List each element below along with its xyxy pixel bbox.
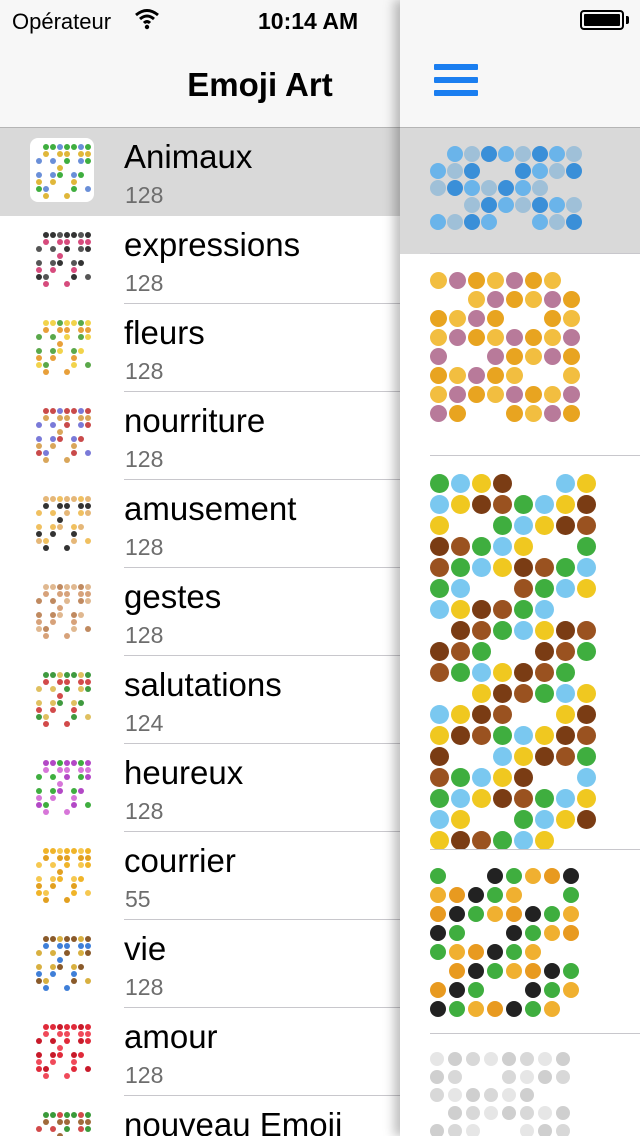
category-thumbnail [30, 666, 94, 730]
category-thumbnail [30, 842, 94, 906]
category-thumbnail [30, 930, 94, 994]
category-name: heureux [124, 754, 244, 791]
category-row-animaux[interactable]: Animaux 128 [0, 128, 400, 216]
category-name: salutations [124, 666, 282, 703]
category-count: 128 [125, 622, 164, 648]
category-row-amusement[interactable]: amusement 128 [0, 480, 400, 568]
category-thumbnail [30, 402, 94, 466]
category-count: 124 [125, 710, 164, 736]
battery-icon [580, 10, 624, 30]
category-count: 128 [125, 974, 164, 1000]
category-thumbnail [30, 754, 94, 818]
art-honeypots[interactable] [400, 254, 640, 456]
category-count: 128 [125, 358, 164, 384]
category-name: nouveau Emoji [124, 1106, 343, 1136]
category-count: 128 [125, 1062, 164, 1088]
category-row-courrier[interactable]: courrier 55 [0, 832, 400, 920]
category-name: amour [124, 1018, 218, 1055]
category-thumbnail [30, 138, 94, 202]
category-row-salutations[interactable]: salutations 124 [0, 656, 400, 744]
category-menu: Opérateur 10:14 AM Emoji Art Animaux 128 e… [0, 0, 400, 1136]
category-row-vie[interactable]: vie 128 [0, 920, 400, 1008]
navigation-bar: Emoji Art [0, 40, 400, 128]
category-row-heureux[interactable]: heureux 128 [0, 744, 400, 832]
category-count: 55 [125, 886, 151, 912]
category-name: gestes [124, 578, 222, 615]
category-name: nourriture [124, 402, 266, 439]
category-row-amour[interactable]: amour 128 [0, 1008, 400, 1096]
category-count: 128 [125, 798, 164, 824]
art-tigers[interactable] [400, 850, 640, 1034]
category-name: vie [124, 930, 167, 967]
category-count: 128 [125, 534, 164, 560]
status-time: 10:14 AM [258, 8, 359, 34]
wifi-icon [135, 9, 159, 30]
category-thumbnail [30, 1106, 94, 1136]
carrier-label: Opérateur [12, 9, 112, 34]
category-row-nourriture[interactable]: nourriture 128 [0, 392, 400, 480]
category-thumbnail [30, 490, 94, 554]
category-list: Animaux 128 expressions 128 fleurs 128 nourrit… [0, 128, 400, 1136]
category-row-fleurs[interactable]: fleurs 128 [0, 304, 400, 392]
status-bar-right [400, 0, 640, 40]
art-rabbits[interactable] [400, 1034, 640, 1136]
category-name: courrier [124, 842, 236, 879]
category-count: 128 [125, 270, 164, 296]
category-thumbnail [30, 314, 94, 378]
category-count: 128 [125, 182, 164, 208]
category-thumbnail [30, 578, 94, 642]
category-name: amusement [124, 490, 297, 527]
battery-tip [626, 16, 629, 24]
status-bar: Opérateur 10:14 AM [0, 0, 400, 40]
category-name: expressions [124, 226, 301, 263]
art-whales[interactable] [400, 128, 640, 254]
page-title: Emoji Art [187, 66, 333, 103]
category-row-expressions[interactable]: expressions 128 [0, 216, 400, 304]
category-row-nouveau-emoji[interactable]: nouveau Emoji [0, 1096, 400, 1136]
category-thumbnail [30, 226, 94, 290]
category-row-gestes[interactable]: gestes 128 [0, 568, 400, 656]
category-name: fleurs [124, 314, 205, 351]
hamburger-icon[interactable] [434, 64, 478, 100]
content-navigation-bar [400, 40, 640, 128]
art-chestnuts[interactable] [400, 456, 640, 850]
category-count: 128 [125, 446, 164, 472]
emoji-art-panel [400, 0, 640, 1136]
category-name: Animaux [124, 138, 253, 175]
category-thumbnail [30, 1018, 94, 1082]
